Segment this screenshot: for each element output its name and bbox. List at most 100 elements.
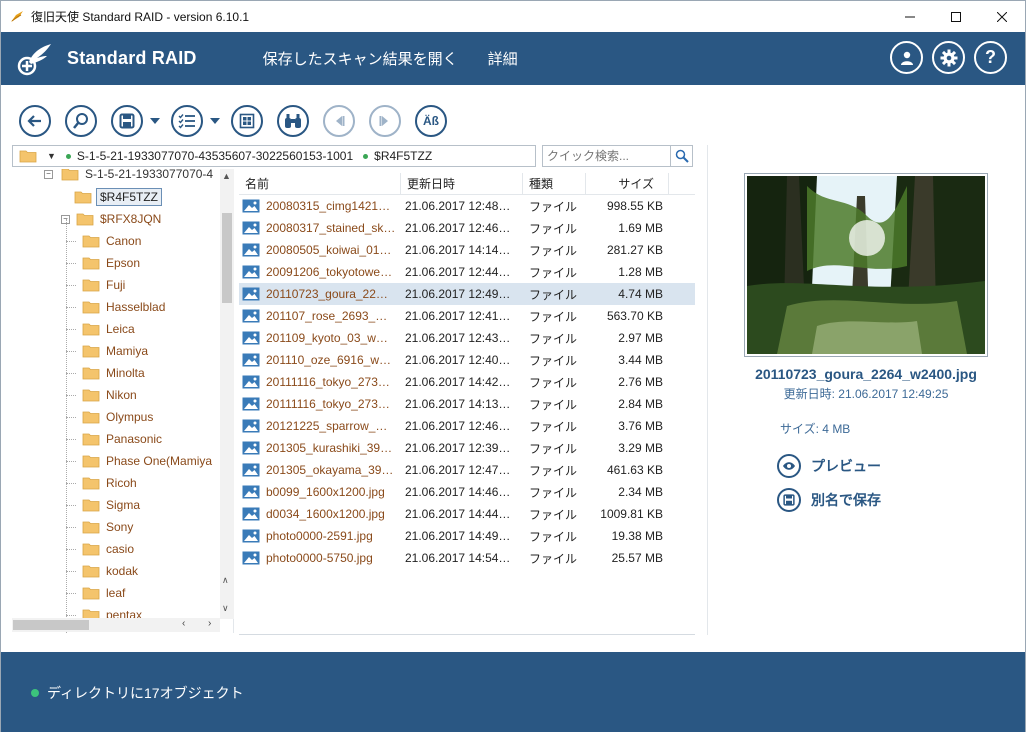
file-row[interactable]: 201109_kyoto_03_w… 21.06.2017 12:43… ファイル 2… bbox=[239, 327, 695, 349]
tree-item-folder[interactable]: Leica bbox=[66, 318, 135, 340]
folder-icon bbox=[82, 389, 100, 402]
minimize-button[interactable] bbox=[887, 1, 933, 32]
tree-horizontal-scrollbar[interactable]: ‹ › bbox=[12, 618, 220, 632]
tree-item-folder[interactable]: Fuji bbox=[66, 274, 125, 296]
tree-item-folder[interactable]: casio bbox=[66, 538, 134, 560]
file-row[interactable]: 201305_okayama_39… 21.06.2017 12:47… ファイル 4… bbox=[239, 459, 695, 481]
column-header-modified[interactable]: 更新日時 bbox=[401, 172, 523, 195]
preview-label: プレビュー bbox=[811, 458, 881, 474]
path-segment[interactable]: $R4F5TZZ bbox=[363, 149, 432, 163]
file-row[interactable]: 20080505_koiwai_01… 21.06.2017 14:14… ファイル… bbox=[239, 239, 695, 261]
file-row[interactable]: 201110_oze_6916_w… 21.06.2017 12:40… ファイル 3… bbox=[239, 349, 695, 371]
tree-connector bbox=[66, 614, 76, 616]
tree-item-folder[interactable]: Nikon bbox=[66, 384, 137, 406]
path-bar[interactable]: ▼ S-1-5-21-1933077070-43535607-302256015… bbox=[12, 145, 536, 167]
help-button[interactable]: ? bbox=[974, 41, 1007, 74]
scroll-left-icon[interactable]: ‹ bbox=[182, 618, 185, 629]
file-name: 20091206_tokyotowe… bbox=[266, 265, 393, 279]
save-button[interactable] bbox=[111, 105, 143, 137]
save-as-button[interactable]: 別名で保存 bbox=[777, 488, 881, 512]
tree-item-folder[interactable]: Epson bbox=[66, 252, 141, 274]
scroll-up-icon[interactable]: ▲ bbox=[222, 171, 231, 181]
close-button[interactable] bbox=[979, 1, 1025, 32]
account-button[interactable] bbox=[890, 41, 923, 74]
tree-item-folder[interactable]: Phase One(Mamiya bbox=[66, 450, 212, 472]
image-file-icon bbox=[242, 441, 260, 455]
file-row[interactable]: photo0000-5750.jpg 21.06.2017 14:54… ファイル 2… bbox=[239, 547, 695, 569]
file-row[interactable]: 201107_rose_2693_… 21.06.2017 12:41… ファイル 5… bbox=[239, 305, 695, 327]
file-row[interactable]: 20111116_tokyo_273… 21.06.2017 14:13… ファイル… bbox=[239, 393, 695, 415]
save-dropdown[interactable] bbox=[149, 118, 161, 124]
grid-icon bbox=[239, 113, 255, 129]
tree-item-folder[interactable]: Canon bbox=[66, 230, 141, 252]
skip-previous-icon bbox=[336, 116, 345, 126]
tree-item-folder[interactable]: Sigma bbox=[66, 494, 141, 516]
file-row[interactable]: photo0000-2591.jpg 21.06.2017 14:49… ファイル 1… bbox=[239, 525, 695, 547]
encoding-button[interactable]: Äß bbox=[415, 105, 447, 137]
scrollbar-thumb[interactable] bbox=[13, 620, 89, 630]
file-date-cell: 21.06.2017 14:42… bbox=[405, 375, 511, 389]
column-header-name[interactable]: 名前 bbox=[239, 172, 401, 195]
file-type-cell: ファイル bbox=[529, 309, 578, 324]
tree-vertical-scrollbar[interactable]: ▲ ∧ ∨ bbox=[220, 169, 234, 619]
tree-item-folder[interactable]: Minolta bbox=[66, 362, 145, 384]
preview-button[interactable]: プレビュー bbox=[777, 454, 881, 478]
file-row[interactable]: 20121225_sparrow_… 21.06.2017 12:46… ファイル 3… bbox=[239, 415, 695, 437]
find-button[interactable] bbox=[277, 105, 309, 137]
tree-item-folder[interactable]: Sony bbox=[66, 516, 133, 538]
scroll-up-icon[interactable]: ∧ bbox=[222, 575, 229, 586]
grid-view-button[interactable] bbox=[231, 105, 263, 137]
file-row[interactable]: 201305_kurashiki_39… 21.06.2017 12:39… ファイ… bbox=[239, 437, 695, 459]
file-row[interactable]: 20080315_cimg1421… 21.06.2017 12:48… ファイル 9… bbox=[239, 195, 695, 217]
tree-item-folder[interactable]: Mamiya bbox=[66, 340, 148, 362]
details-menu[interactable]: 詳細 bbox=[488, 48, 518, 69]
photo-thumbnail bbox=[747, 176, 985, 354]
tree-item-selected[interactable]: $R4F5TZZ bbox=[74, 186, 163, 208]
previous-button[interactable] bbox=[323, 105, 355, 137]
file-name-cell: photo0000-2591.jpg bbox=[239, 525, 401, 547]
tree-item-label: Epson bbox=[106, 256, 141, 270]
folder-icon bbox=[82, 235, 100, 248]
file-row[interactable]: 20111116_tokyo_273… 21.06.2017 14:42… ファイル… bbox=[239, 371, 695, 393]
tree-item-folder[interactable]: kodak bbox=[66, 560, 138, 582]
view-list-button[interactable] bbox=[171, 105, 203, 137]
view-dropdown[interactable] bbox=[209, 118, 221, 124]
file-row[interactable]: d0034_1600x1200.jpg 21.06.2017 14:44… ファイル… bbox=[239, 503, 695, 525]
back-button[interactable] bbox=[19, 105, 51, 137]
column-header-type[interactable]: 種類 bbox=[523, 172, 586, 195]
tree-connector bbox=[66, 482, 76, 484]
quick-search-input[interactable] bbox=[543, 146, 670, 166]
file-row[interactable]: b0099_1600x1200.jpg 21.06.2017 14:46… ファイル… bbox=[239, 481, 695, 503]
path-dropdown-icon[interactable]: ▼ bbox=[47, 151, 56, 161]
tree-item-label: Minolta bbox=[106, 366, 145, 380]
file-row[interactable]: 20091206_tokyotowe… 21.06.2017 12:44… ファイル… bbox=[239, 261, 695, 283]
scrollbar-thumb[interactable] bbox=[222, 213, 232, 303]
next-button[interactable] bbox=[369, 105, 401, 137]
search-scan-button[interactable] bbox=[65, 105, 97, 137]
tree-item-label: Sigma bbox=[106, 498, 141, 512]
column-header-size[interactable]: サイズ bbox=[586, 172, 669, 195]
maximize-button[interactable] bbox=[933, 1, 979, 32]
file-row[interactable]: 20080317_stained_sk… 21.06.2017 12:46… ファイ… bbox=[239, 217, 695, 239]
tree-item-folder[interactable]: Panasonic bbox=[66, 428, 162, 450]
tree-item-root[interactable]: − S-1-5-21-1933077070-4 bbox=[44, 169, 213, 185]
tree-item-folder[interactable]: Ricoh bbox=[66, 472, 137, 494]
search-button[interactable] bbox=[671, 145, 693, 167]
file-row[interactable]: 20110723_goura_22… 21.06.2017 12:49… ファイル 4… bbox=[239, 283, 695, 305]
image-file-icon bbox=[242, 265, 260, 279]
path-segment[interactable]: S-1-5-21-1933077070-43535607-3022560153-… bbox=[65, 149, 353, 163]
collapse-icon[interactable]: − bbox=[44, 169, 53, 179]
open-saved-scan-menu[interactable]: 保存したスキャン結果を開く bbox=[263, 48, 458, 69]
tree-item-folder[interactable]: Hasselblad bbox=[66, 296, 165, 318]
tree-item-folder[interactable]: Olympus bbox=[66, 406, 153, 428]
scroll-down-icon[interactable]: ∨ bbox=[222, 603, 229, 614]
preview-thumbnail[interactable] bbox=[744, 173, 988, 357]
folder-icon bbox=[74, 191, 92, 204]
quick-search-field[interactable] bbox=[542, 145, 671, 167]
tree-item-folder[interactable]: leaf bbox=[66, 582, 125, 604]
scroll-right-icon[interactable]: › bbox=[208, 618, 211, 629]
tree-connector bbox=[66, 416, 76, 418]
search-icon bbox=[675, 149, 689, 163]
settings-button[interactable] bbox=[932, 41, 965, 74]
tree-item-parent[interactable]: − $RFX8JQN bbox=[61, 208, 161, 230]
